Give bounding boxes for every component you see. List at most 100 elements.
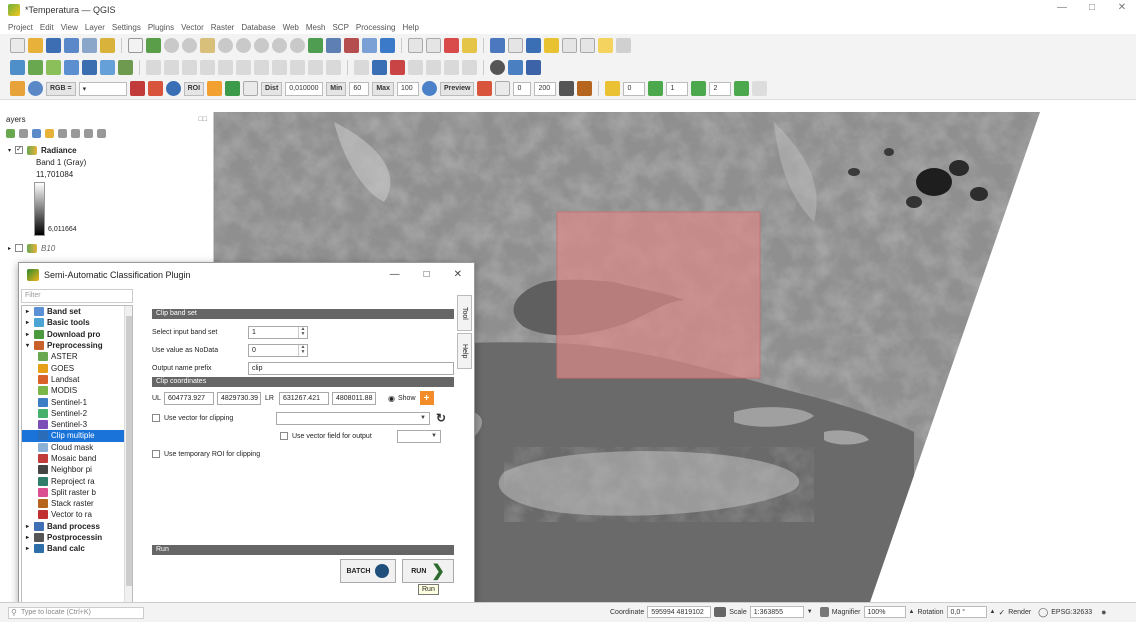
prefix-input[interactable]: clip	[248, 361, 454, 375]
expand-arrow-icon[interactable]: ▸	[26, 534, 31, 541]
zoom-native-icon[interactable]	[254, 37, 269, 53]
preview-zoom-icon[interactable]	[421, 81, 437, 96]
scp-zoom-icon[interactable]	[28, 81, 43, 96]
spin-arrows-icon[interactable]: ▲	[990, 609, 996, 615]
open-folder-icon[interactable]	[28, 37, 43, 53]
temporal-controller-icon[interactable]	[362, 37, 377, 53]
tree-item[interactable]: GOES	[22, 362, 132, 373]
label-rotate-icon[interactable]	[444, 59, 459, 75]
zoom-last-icon[interactable]	[272, 37, 287, 53]
menu-vector[interactable]: Vector	[181, 23, 204, 32]
identify-icon[interactable]	[490, 37, 505, 53]
chevron-down-icon[interactable]: ▼	[807, 609, 813, 615]
spin-arrows-icon[interactable]: ▲ ▼	[298, 344, 307, 356]
save-edits-icon[interactable]	[182, 59, 197, 75]
menu-layer[interactable]: Layer	[85, 23, 105, 32]
refresh-icon[interactable]	[380, 37, 395, 53]
collapse-all-icon[interactable]	[84, 128, 93, 138]
python-console-icon[interactable]	[490, 59, 505, 75]
map-tips-icon[interactable]	[598, 37, 613, 53]
measure-icon[interactable]	[562, 37, 577, 53]
tree-item[interactable]: ▸ Band process	[22, 521, 132, 532]
tab-help[interactable]: Help	[457, 333, 472, 369]
roi-label[interactable]: ROI	[183, 81, 205, 96]
label-change-icon[interactable]	[462, 59, 477, 75]
minimize-icon[interactable]: —	[1056, 2, 1068, 13]
expand-arrow-icon[interactable]: ▸	[26, 523, 31, 530]
render-checkbox[interactable]: ✓	[999, 608, 1006, 617]
expand-arrow-icon[interactable]: ▸	[26, 319, 31, 326]
globe-icon[interactable]: ◯	[1038, 607, 1048, 618]
use-roi-checkbox[interactable]	[152, 450, 160, 458]
filter-legend-icon[interactable]	[45, 128, 54, 138]
toggle-extents-icon[interactable]	[714, 607, 727, 617]
deselect-icon[interactable]	[462, 37, 477, 53]
preview-clear-icon[interactable]	[495, 81, 511, 96]
tree-item[interactable]: ▸ Postprocessin	[22, 532, 132, 543]
tree-item[interactable]: ▾ Preprocessing	[22, 340, 132, 351]
nodata-spinbox[interactable]: 0 ▲ ▼	[248, 343, 308, 357]
refresh-icon[interactable]: ↻	[436, 411, 446, 425]
spin-arrows-icon[interactable]: ▲	[909, 609, 915, 615]
band-icon[interactable]	[605, 81, 621, 96]
menu-view[interactable]: View	[61, 23, 78, 32]
draw-roi-plus-icon[interactable]: +	[419, 391, 434, 405]
tree-item[interactable]: Split raster b	[22, 487, 132, 498]
undo-icon[interactable]	[308, 59, 323, 75]
tree-item[interactable]: ASTER	[22, 351, 132, 362]
pan-to-selection-icon[interactable]	[146, 37, 161, 53]
ul-x-input[interactable]: 604773.927	[164, 391, 214, 405]
menu-mesh[interactable]: Mesh	[306, 23, 326, 32]
collapse-arrow-icon[interactable]: ▸	[8, 245, 11, 252]
roi-point-icon[interactable]	[207, 81, 223, 96]
layout-manager-icon[interactable]	[100, 37, 115, 53]
menu-raster[interactable]: Raster	[211, 23, 235, 32]
open-table-icon[interactable]	[508, 37, 523, 53]
preview-redo-icon[interactable]	[477, 81, 493, 96]
zoom-selection-icon[interactable]	[218, 37, 233, 53]
preview-label[interactable]: Preview	[439, 81, 475, 96]
redo-icon[interactable]	[326, 59, 341, 75]
lock-icon[interactable]	[819, 607, 829, 617]
tab-tool[interactable]: Tool	[457, 295, 472, 331]
menu-edit[interactable]: Edit	[40, 23, 54, 32]
roi-add-icon[interactable]	[225, 81, 241, 96]
lr-y-input[interactable]: 4808011.88	[332, 391, 376, 405]
processing-toolbox-icon[interactable]	[508, 59, 523, 75]
menu-settings[interactable]: Settings	[112, 23, 141, 32]
size-input[interactable]: 200	[534, 81, 557, 96]
layer-radiance[interactable]: ▾ ✓ Radiance	[0, 144, 213, 156]
save-as-icon[interactable]	[64, 37, 79, 53]
min-input[interactable]: 60	[349, 81, 370, 96]
cut-features-icon[interactable]	[254, 59, 269, 75]
field-calculator-icon[interactable]	[426, 37, 441, 53]
add-group-icon[interactable]	[19, 128, 28, 138]
vector-combo[interactable]: ▼	[276, 411, 430, 425]
temp-raster-icon[interactable]	[577, 81, 593, 96]
filter-expression-icon[interactable]	[58, 128, 67, 138]
label-highlight-icon[interactable]	[390, 59, 405, 75]
save-icon[interactable]	[46, 37, 61, 53]
zoom-in-icon[interactable]	[164, 37, 179, 53]
scrollbar-thumb[interactable]	[126, 316, 132, 586]
label-tool-icon[interactable]	[354, 59, 369, 75]
new-project-icon[interactable]	[10, 37, 25, 53]
temp-remove-icon[interactable]	[559, 81, 575, 96]
expand-arrow-icon[interactable]: ▾	[8, 147, 11, 154]
delete-selected-icon[interactable]	[236, 59, 251, 75]
menu-web[interactable]: Web	[283, 23, 299, 32]
ul-y-input[interactable]: 4829730.39	[217, 391, 261, 405]
statistics-sigma-icon[interactable]	[544, 37, 559, 53]
dialog-minimize-icon[interactable]: —	[390, 269, 400, 280]
roi-zoom-icon[interactable]	[165, 81, 181, 96]
roi-polygon-icon[interactable]	[129, 81, 145, 96]
max-input[interactable]: 100	[396, 81, 419, 96]
text-annotation-icon[interactable]	[616, 37, 631, 53]
layer-visibility-checkbox[interactable]: ✓	[15, 146, 24, 154]
metasearch-icon[interactable]	[526, 59, 541, 75]
paste-features-icon[interactable]	[290, 59, 305, 75]
dist-input[interactable]: 0,010000	[285, 81, 324, 96]
expand-arrow-icon[interactable]: ▸	[26, 308, 31, 315]
batch-button[interactable]: BATCH	[340, 559, 396, 583]
settings-gear-icon[interactable]	[526, 37, 541, 53]
